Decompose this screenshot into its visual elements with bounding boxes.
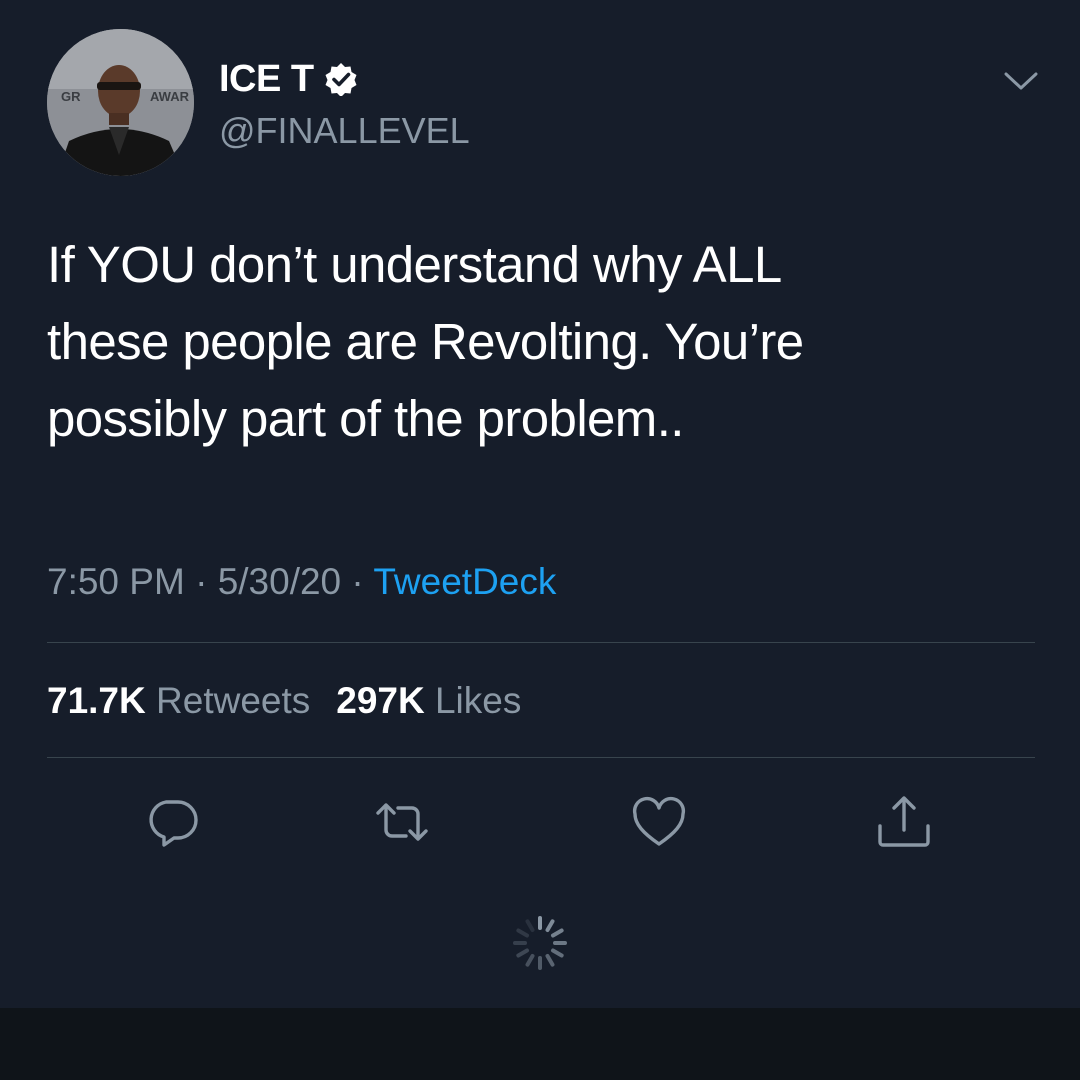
likes-stat[interactable]: 297K Likes [336,680,521,721]
user-handle[interactable]: @FINALLEVEL [219,107,470,155]
tweet-time: 7:50 PM [47,561,185,602]
meta-separator: · [195,561,208,602]
avatar-backdrop-text-right: AWAR [150,89,190,104]
tweet-text: If YOU don’t understand why ALL these pe… [47,236,804,447]
retweets-stat[interactable]: 71.7K Retweets [47,680,310,721]
share-icon[interactable] [872,790,936,854]
likes-count: 297K [336,680,425,721]
divider [47,757,1035,758]
tweet-source-link[interactable]: TweetDeck [373,561,556,602]
author-name-row[interactable]: ICE T [219,53,358,105]
tweet-date: 5/30/20 [217,561,342,602]
verified-badge-icon [325,63,357,96]
avatar-backdrop-text-left: GR [61,89,81,104]
bottom-bar [0,1008,1080,1080]
tweet-stats: 71.7K Retweets 297K Likes [47,677,521,725]
loading-spinner-icon [513,916,567,970]
retweet-icon[interactable] [370,790,434,854]
likes-label: Likes [434,680,522,721]
meta-separator: · [351,561,364,602]
retweets-count: 71.7K [47,680,146,721]
chevron-down-icon[interactable] [1001,62,1041,102]
reply-icon[interactable] [140,790,204,854]
retweets-label: Retweets [156,680,311,721]
avatar[interactable]: GR AWAR [47,29,194,176]
divider [47,642,1035,643]
avatar-photo: GR AWAR [47,29,194,176]
like-icon[interactable] [627,790,691,854]
display-name[interactable]: ICE T [219,53,314,105]
tweet-meta: 7:50 PM · 5/30/20 · TweetDeck [47,558,556,606]
tweet-detail-screen: GR AWAR ICE T @FINALLEVEL If YOU don’t u… [0,0,1080,1080]
